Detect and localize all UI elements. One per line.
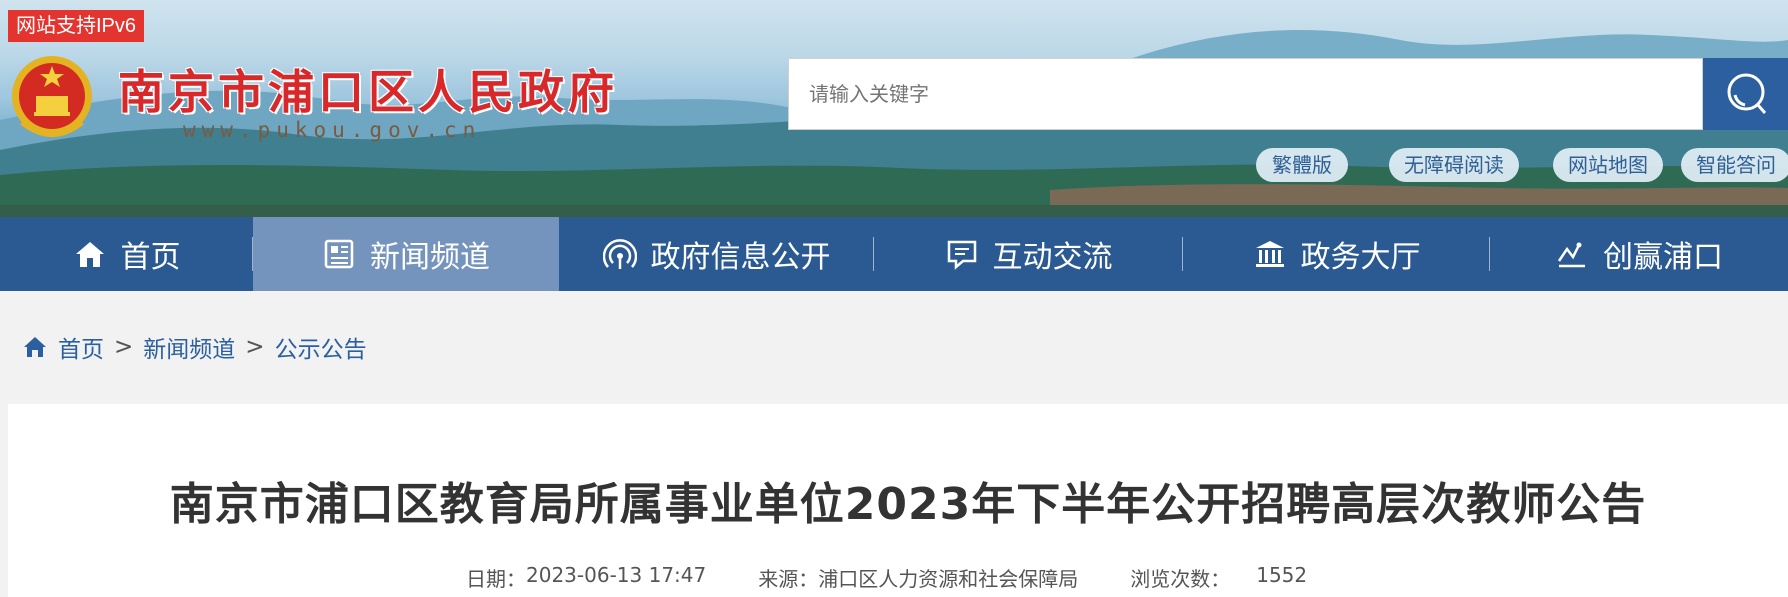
ipv6-badge: 网站支持IPv6: [8, 10, 145, 42]
search-input[interactable]: [789, 59, 1702, 129]
breadcrumb-separator: >: [245, 334, 265, 360]
breadcrumb-announcements[interactable]: 公示公告: [275, 330, 367, 364]
newspaper-icon: [324, 239, 354, 269]
building-icon: [1255, 241, 1284, 267]
breadcrumb-news[interactable]: 新闻频道: [143, 330, 235, 364]
site-title: 南京市浦口区人民政府: [118, 65, 618, 119]
site-url: www.pukou.gov.cn: [183, 118, 482, 142]
article-meta: 日期： 2023-06-13 17:47 来源： 浦口区人力资源和社会保障局 浏…: [466, 563, 1307, 592]
source-label: 来源：: [758, 567, 819, 591]
nav-item-gov-info[interactable]: 政府信息公开: [559, 217, 874, 291]
quick-links: 繁體版 无障碍阅读 网站地图 智能答问: [0, 148, 1788, 182]
nav-item-label: 政府信息公开: [650, 240, 831, 275]
nav-item-service-hall[interactable]: 政务大厅: [1183, 217, 1490, 291]
nav-item-news[interactable]: 新闻频道: [253, 217, 559, 291]
article-panel: 南京市浦口区教育局所属事业单位2023年下半年公开招聘高层次教师公告 日期： 2…: [8, 404, 1788, 597]
nav-item-label: 新闻频道: [370, 240, 490, 275]
nav-item-label: 政务大厅: [1300, 240, 1421, 275]
nav-item-interaction[interactable]: 互动交流: [874, 217, 1183, 291]
breadcrumb-separator: >: [114, 334, 134, 360]
date-label: 日期：: [466, 567, 526, 591]
breadcrumb: 首页 > 新闻频道 > 公示公告: [22, 330, 367, 364]
home-icon: [75, 242, 104, 267]
nav-item-label: 互动交流: [992, 240, 1113, 275]
views-value: 1552: [1256, 563, 1308, 587]
views-label: 浏览次数：: [1130, 567, 1231, 591]
search-box: [788, 58, 1703, 130]
source-value: 浦口区人力资源和社会保障局: [818, 567, 1079, 591]
chat-icon: [947, 240, 976, 270]
main-nav: 首页 新闻频道 政府信息公开 互动交流 政务大厅 创赢浦口: [0, 217, 1788, 291]
trend-icon: [1557, 242, 1585, 268]
nav-item-pukou-business[interactable]: 创赢浦口: [1490, 217, 1788, 291]
nav-item-label: 首页: [120, 240, 181, 275]
breadcrumb-home[interactable]: 首页: [58, 330, 104, 364]
article-title: 南京市浦口区教育局所属事业单位2023年下半年公开招聘高层次教师公告: [169, 479, 1647, 530]
broadcast-icon: [602, 239, 637, 269]
traditional-chinese-link[interactable]: 繁體版: [1256, 148, 1348, 182]
smart-qa-link[interactable]: 智能答问: [1681, 148, 1788, 182]
accessibility-reading-link[interactable]: 无障碍阅读: [1389, 148, 1519, 182]
national-emblem-icon: [12, 56, 92, 137]
sitemap-link[interactable]: 网站地图: [1553, 148, 1663, 182]
search-button[interactable]: [1703, 58, 1788, 130]
nav-item-label: 创赢浦口: [1603, 240, 1723, 275]
date-value: 2023-06-13 17:47: [526, 563, 707, 587]
nav-item-home[interactable]: 首页: [0, 217, 253, 291]
search-icon: [1727, 73, 1766, 114]
header-banner: 网站支持IPv6 南京市浦口区人民政府 www.pukou.gov.cn 繁體版…: [0, 0, 1788, 217]
home-icon: [24, 337, 46, 357]
